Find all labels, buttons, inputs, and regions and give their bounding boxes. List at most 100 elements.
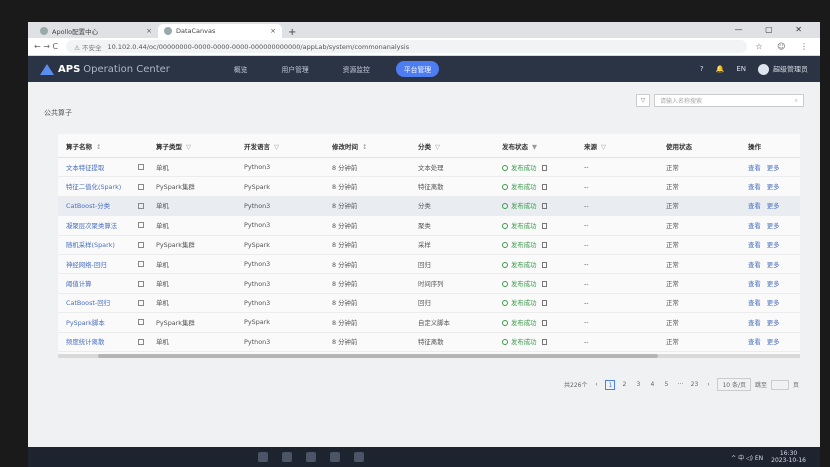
- table-row[interactable]: PySpark脚本 PySpark集群 PySpark 8 分钟前 自定义脚本 发布成功 -…: [58, 313, 800, 333]
- browser-tab-apollo[interactable]: Apollo配置中心 ×: [34, 24, 158, 38]
- sort-filter-icon[interactable]: ↕: [96, 143, 101, 151]
- view-link[interactable]: 查看: [748, 202, 761, 210]
- document-icon[interactable]: [541, 300, 547, 307]
- more-link[interactable]: 更多: [767, 164, 780, 172]
- operator-name[interactable]: 文本特征提取: [58, 163, 148, 172]
- document-icon[interactable]: [541, 261, 547, 268]
- menu-overview[interactable]: 概览: [226, 61, 256, 77]
- tray-icons[interactable]: ^ 中 ◁) EN: [731, 453, 763, 462]
- document-icon[interactable]: [541, 242, 547, 249]
- table-row[interactable]: 神经网络-回归 单机 Python3 8 分钟前 回归 发布成功 -- 正常 查看 更多: [58, 255, 800, 275]
- sort-filter-icon[interactable]: ↕: [362, 143, 367, 151]
- jump-input[interactable]: [771, 379, 790, 390]
- table-row[interactable]: CatBoost-分类 单机 Python3 8 分钟前 分类 发布成功 -- 正常 查看 更多: [58, 196, 800, 217]
- clock[interactable]: 16:30 2023-10-16: [771, 450, 806, 464]
- sort-filter-icon[interactable]: ▼: [532, 143, 537, 151]
- column-header[interactable]: 来源 ▽: [576, 141, 658, 151]
- table-row[interactable]: 特征二值化(Spark) PySpark集群 PySpark 8 分钟前 特征离散 发布成…: [58, 177, 800, 197]
- new-tab-button[interactable]: +: [288, 27, 296, 38]
- document-icon[interactable]: [541, 339, 547, 346]
- operator-name[interactable]: 凝聚层次聚类算法: [58, 221, 148, 230]
- view-link[interactable]: 查看: [748, 164, 761, 172]
- url-field[interactable]: ⚠ 不安全 10.102.0.44/oc/00000000-0000-0000-…: [66, 40, 748, 53]
- close-icon[interactable]: ×: [270, 27, 276, 35]
- column-header[interactable]: 算子名称 ↕: [58, 141, 148, 151]
- menu-resource-monitor[interactable]: 资源监控: [335, 61, 378, 77]
- more-link[interactable]: 更多: [767, 338, 780, 346]
- sort-filter-icon[interactable]: ▽: [435, 143, 440, 151]
- page-3[interactable]: 3: [633, 380, 643, 390]
- more-link[interactable]: 更多: [767, 319, 780, 327]
- document-icon[interactable]: [541, 281, 547, 288]
- sort-filter-icon[interactable]: ▽: [601, 143, 606, 151]
- browser-menu-icons[interactable]: ☆ ☺ ⋮: [755, 42, 814, 51]
- column-header[interactable]: 发布状态 ▼: [494, 141, 576, 151]
- menu-user-management[interactable]: 用户管理: [273, 61, 316, 77]
- page-2[interactable]: 2: [619, 380, 629, 390]
- user-menu[interactable]: 超级管理员: [758, 63, 808, 75]
- view-link[interactable]: 查看: [748, 261, 761, 269]
- more-link[interactable]: 更多: [767, 280, 780, 288]
- search-icon[interactable]: ⌕: [795, 97, 798, 105]
- operator-name-text[interactable]: 随机采样(Spark): [66, 240, 115, 249]
- column-header[interactable]: 分类 ▽: [410, 141, 494, 151]
- security-indicator[interactable]: ⚠ 不安全: [74, 42, 101, 52]
- view-link[interactable]: 查看: [748, 280, 761, 288]
- table-row[interactable]: 凝聚层次聚类算法 单机 Python3 8 分钟前 聚类 发布成功 -- 正常 查看 更多: [58, 216, 800, 236]
- app-icon[interactable]: [258, 452, 268, 462]
- operator-name[interactable]: 神经网络-回归: [58, 260, 148, 269]
- operator-name-text[interactable]: PySpark脚本: [66, 318, 105, 327]
- app-logo[interactable]: APS Operation Center: [40, 63, 170, 75]
- sort-filter-icon[interactable]: ▽: [274, 143, 279, 151]
- more-link[interactable]: 更多: [767, 202, 780, 210]
- operator-name-text[interactable]: CatBoost-回归: [66, 298, 110, 307]
- nav-buttons[interactable]: ← → C: [34, 42, 58, 51]
- table-row[interactable]: 频度统计离散 单机 Python3 8 分钟前 特征离散 发布成功 -- 正常 查看 更多: [58, 333, 800, 352]
- close-icon[interactable]: ×: [146, 27, 152, 35]
- view-link[interactable]: 查看: [748, 222, 761, 230]
- column-header[interactable]: 开发语言 ▽: [236, 141, 324, 151]
- browser-tab-datacanvas[interactable]: DataCanvas ×: [158, 24, 282, 38]
- sort-filter-icon[interactable]: ▽: [186, 143, 191, 151]
- more-link[interactable]: 更多: [767, 241, 780, 249]
- filter-icon[interactable]: ▽: [636, 94, 650, 107]
- operator-name[interactable]: PySpark脚本: [58, 318, 148, 327]
- more-link[interactable]: 更多: [767, 183, 780, 191]
- page-last[interactable]: 23: [689, 380, 699, 390]
- operator-name-text[interactable]: 频度统计离散: [66, 337, 104, 346]
- more-link[interactable]: 更多: [767, 261, 780, 269]
- chrome-icon[interactable]: [354, 452, 364, 462]
- document-icon[interactable]: [541, 222, 547, 229]
- operator-name-text[interactable]: 阈值计算: [66, 279, 92, 288]
- table-row[interactable]: 文本特征提取 单机 Python3 8 分钟前 文本处理 发布成功 -- 正常 查看 更多: [58, 158, 800, 178]
- window-controls[interactable]: — ▢ ✕: [735, 25, 812, 34]
- operator-name[interactable]: 特征二值化(Spark): [58, 182, 148, 191]
- scrollbar-thumb[interactable]: [98, 353, 658, 358]
- operator-name[interactable]: CatBoost-分类: [58, 201, 148, 210]
- operator-name[interactable]: CatBoost-回归: [58, 298, 148, 307]
- document-icon[interactable]: [541, 319, 547, 326]
- page-5[interactable]: 5: [661, 380, 671, 390]
- view-link[interactable]: 查看: [748, 183, 761, 191]
- operator-name-text[interactable]: 特征二值化(Spark): [66, 182, 121, 191]
- language-switch[interactable]: EN: [736, 65, 746, 73]
- table-row[interactable]: CatBoost-回归 单机 Python3 8 分钟前 回归 发布成功 -- 正常 查看 更多: [58, 294, 800, 314]
- column-header[interactable]: 使用状态: [658, 141, 740, 151]
- table-row[interactable]: 阈值计算 单机 Python3 8 分钟前 时间序列 发布成功 -- 正常 查看 更多: [58, 274, 800, 294]
- more-link[interactable]: 更多: [767, 222, 780, 230]
- operator-name[interactable]: 随机采样(Spark): [58, 240, 148, 249]
- document-icon[interactable]: [541, 203, 547, 210]
- page-4[interactable]: 4: [647, 380, 657, 390]
- page-1[interactable]: 1: [605, 379, 616, 390]
- operator-name[interactable]: 频度统计离散: [58, 337, 148, 346]
- bell-icon[interactable]: 🔔: [716, 65, 725, 73]
- operator-name-text[interactable]: CatBoost-分类: [66, 201, 110, 210]
- column-header[interactable]: 算子类型 ▽: [148, 141, 236, 151]
- app-icon[interactable]: [282, 452, 292, 462]
- view-link[interactable]: 查看: [748, 299, 761, 307]
- operator-name-text[interactable]: 神经网络-回归: [66, 260, 107, 269]
- document-icon[interactable]: [541, 164, 547, 171]
- view-link[interactable]: 查看: [748, 319, 761, 327]
- operator-name-text[interactable]: 文本特征提取: [66, 163, 104, 172]
- app-icon[interactable]: [306, 452, 316, 462]
